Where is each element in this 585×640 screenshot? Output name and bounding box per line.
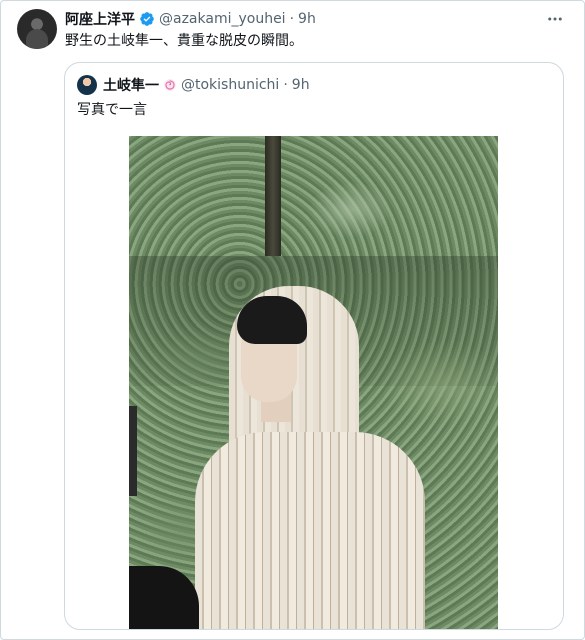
photo-left-edge [129,406,137,496]
quoted-separator-dot: · [283,77,288,93]
verified-badge-icon [139,11,155,27]
author-display-name[interactable]: 阿座上洋平 [65,9,135,29]
photo-hair [237,296,307,344]
quoted-author-avatar[interactable] [77,75,97,95]
separator-dot: · [289,11,295,27]
quoted-author-display-name[interactable]: 土岐隼一 [103,75,159,95]
quoted-tweet-header: 土岐隼一 @tokishunichi · 9h [103,75,310,95]
quoted-author-handle[interactable]: @tokishunichi [181,77,279,93]
more-options-icon[interactable] [541,7,569,31]
author-avatar[interactable] [17,9,57,49]
quoted-tweet[interactable]: 土岐隼一 @tokishunichi · 9h 写真で一言 [64,62,564,630]
quoted-tweet-photo[interactable] [129,136,498,629]
author-handle[interactable]: @azakami_youhei [159,11,286,27]
swirl-badge-icon [163,78,177,92]
tweet-text: 野生の土岐隼一、貴重な脱皮の瞬間。 [65,33,303,49]
photo-dark-shoulder [129,566,199,629]
photo-body [195,432,425,629]
tweet-timestamp[interactable]: 9h [298,11,316,27]
quoted-tweet-text: 写真で一言 [77,102,147,118]
tweet-card: 阿座上洋平 @azakami_youhei · 9h 野生の土岐隼一、貴重な脱皮… [0,0,585,640]
tweet-header: 阿座上洋平 @azakami_youhei · 9h [65,9,316,29]
quoted-tweet-timestamp[interactable]: 9h [292,77,310,93]
photo-tree-trunk [265,136,281,256]
